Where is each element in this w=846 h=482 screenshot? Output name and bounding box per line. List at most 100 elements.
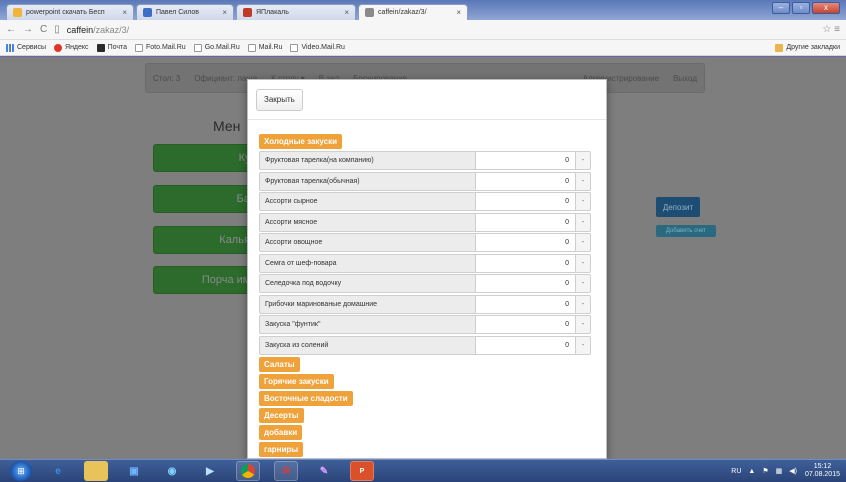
decrease-button[interactable]: - [576,233,591,252]
menu-item-name: Грибочки маринованые домашние [259,294,476,314]
bookmark-mail-ru[interactable]: Mail.Ru [247,43,282,52]
add-account-button[interactable]: Добавить счет [656,225,716,237]
tab-label: caffein/zakaz/3/ [378,9,427,16]
nav-logout[interactable]: Выход [673,74,697,83]
url-field[interactable]: caffein/zakaz/3/ [67,25,129,35]
quantity-field[interactable]: 0 [476,151,576,170]
chrome-icon[interactable] [236,461,260,481]
category-tab[interactable]: добавки [259,424,303,440]
other-bookmarks[interactable]: Другие закладки [775,43,840,52]
category-tab[interactable]: Салаты [259,356,300,372]
decrease-button[interactable]: - [576,315,591,334]
minimize-button[interactable]: – [772,2,790,14]
menu-item-name: Семга от шеф-повара [259,253,476,273]
nav-table[interactable]: Стол: 3 [153,74,180,83]
page-icon [247,43,256,52]
browser-tab[interactable]: ЯПлакаль × [236,4,356,20]
tab-close-icon[interactable]: × [118,8,127,17]
decrease-button[interactable]: - [576,192,591,211]
quantity-field[interactable]: 0 [476,315,576,334]
category-list: Салаты Горячие закуски Восточные сладости Д… [259,356,592,457]
url-host: caffein [66,24,94,35]
decrease-button[interactable]: - [576,212,591,232]
category-tab[interactable]: Восточные сладости [259,390,353,406]
menu-item-name: Фруктовая тарелка(обычная) [259,171,476,191]
bookmarks-bar: Сервисы Яндекс Почта Foto.Mail.Ru Go.Mai… [0,40,846,56]
category-tab[interactable]: Горячие закуски [259,373,334,389]
menu-item-name: Ассорти мясное [259,212,476,232]
decrease-button[interactable]: - [576,151,591,170]
menu-item-row: Ассорти мясное 0- [259,212,592,232]
bookmark-yandex[interactable]: Яндекс [54,43,89,52]
start-button[interactable]: ⊞ [10,461,32,481]
decrease-button[interactable]: - [576,171,591,191]
bookmark-mail[interactable]: Почта [96,43,127,52]
category-tab[interactable]: гарниры [259,441,304,457]
powerpoint-icon[interactable]: P [350,461,374,481]
menu-item-row: Ассорти овощное 0- [259,233,592,252]
tab-favicon-icon [143,8,152,17]
menu-item-row: Закуска из солений 0- [259,335,592,355]
menu-item-row: Селедочка под водочку 0- [259,274,592,293]
item-list: Фруктовая тарелка(на компанию) 0- Фруктова… [259,151,592,355]
window-close-button[interactable]: x [812,2,840,14]
quantity-field[interactable]: 0 [476,274,576,293]
quantity-field[interactable]: 0 [476,253,576,273]
menu-heading: Мен [213,118,241,134]
category-cold-appetizers[interactable]: Холодные закуски [259,134,343,149]
tab-close-icon[interactable]: × [218,8,227,17]
tab-label: ЯПлакаль [256,9,289,16]
tab-close-icon[interactable]: × [452,8,461,17]
bookmark-star-icon[interactable]: ☆ ≡ [822,24,840,35]
flag-icon[interactable]: ⚑ [762,467,768,475]
forward-arrow-icon[interactable]: → [23,24,33,35]
explorer-folder-icon[interactable] [84,461,108,481]
browser-tab[interactable]: Павел Силов × [136,4,234,20]
skype-icon[interactable]: ◉ [160,461,184,481]
bookmark-foto-mail[interactable]: Foto.Mail.Ru [135,43,186,52]
tab-favicon-icon [13,8,22,17]
decrease-button[interactable]: - [576,335,591,355]
tray-arrow-icon[interactable]: ▲ [748,468,755,475]
ie-icon[interactable]: e [46,461,70,481]
yandex-browser-icon[interactable]: Я [274,461,298,481]
tab-label: powerpoint скачать Бесп [26,9,105,16]
maximize-button[interactable]: ▫ [792,2,810,14]
quantity-field[interactable]: 0 [476,171,576,191]
apps-grid-icon [6,43,14,52]
quantity-field[interactable]: 0 [476,233,576,252]
tab-favicon-icon [243,8,252,17]
clock[interactable]: 15:12 07.08.2015 [805,463,840,479]
bookmark-go-mail[interactable]: Go.Mail.Ru [193,43,240,52]
media-player-icon[interactable]: ▶ [198,461,222,481]
decrease-button[interactable]: - [576,274,591,293]
bookmark-services[interactable]: Сервисы [6,43,46,52]
quantity-field[interactable]: 0 [476,192,576,211]
category-tab[interactable]: Десерты [259,407,304,423]
folder-icon [775,43,784,52]
browser-tab[interactable]: powerpoint скачать Бесп × [6,4,134,20]
language-indicator[interactable]: RU [731,468,741,475]
quantity-field[interactable]: 0 [476,294,576,314]
tab-close-icon[interactable]: × [340,8,349,17]
bookmark-video-mail[interactable]: Video.Mail.Ru [290,43,345,52]
paint-icon[interactable]: ✎ [312,461,336,481]
deposit-button[interactable]: Депозит [656,197,700,217]
decrease-button[interactable]: - [576,294,591,314]
browser-tab[interactable]: caffein/zakaz/3/ × [358,4,468,20]
back-arrow-icon[interactable]: ← [6,24,16,35]
close-button[interactable]: Закрыть [256,88,303,111]
menu-item-row: Семга от шеф-повара 0- [259,253,592,273]
menu-item-row: Фруктовая тарелка(на компанию) 0- [259,151,592,170]
network-icon[interactable]: ▦ [776,467,783,475]
quantity-field[interactable]: 0 [476,212,576,232]
menu-item-name: Фруктовая тарелка(на компанию) [259,151,476,170]
reload-icon[interactable]: C [40,24,47,35]
decrease-button[interactable]: - [576,253,591,273]
yandex-icon [54,43,63,52]
volume-icon[interactable]: ◀) [789,467,797,475]
media-icon[interactable]: ▣ [122,461,146,481]
quantity-field[interactable]: 0 [476,335,576,355]
address-bar: ← → C ▯ caffein/zakaz/3/ ☆ ≡ [0,20,846,40]
date: 07.08.2015 [804,471,840,478]
